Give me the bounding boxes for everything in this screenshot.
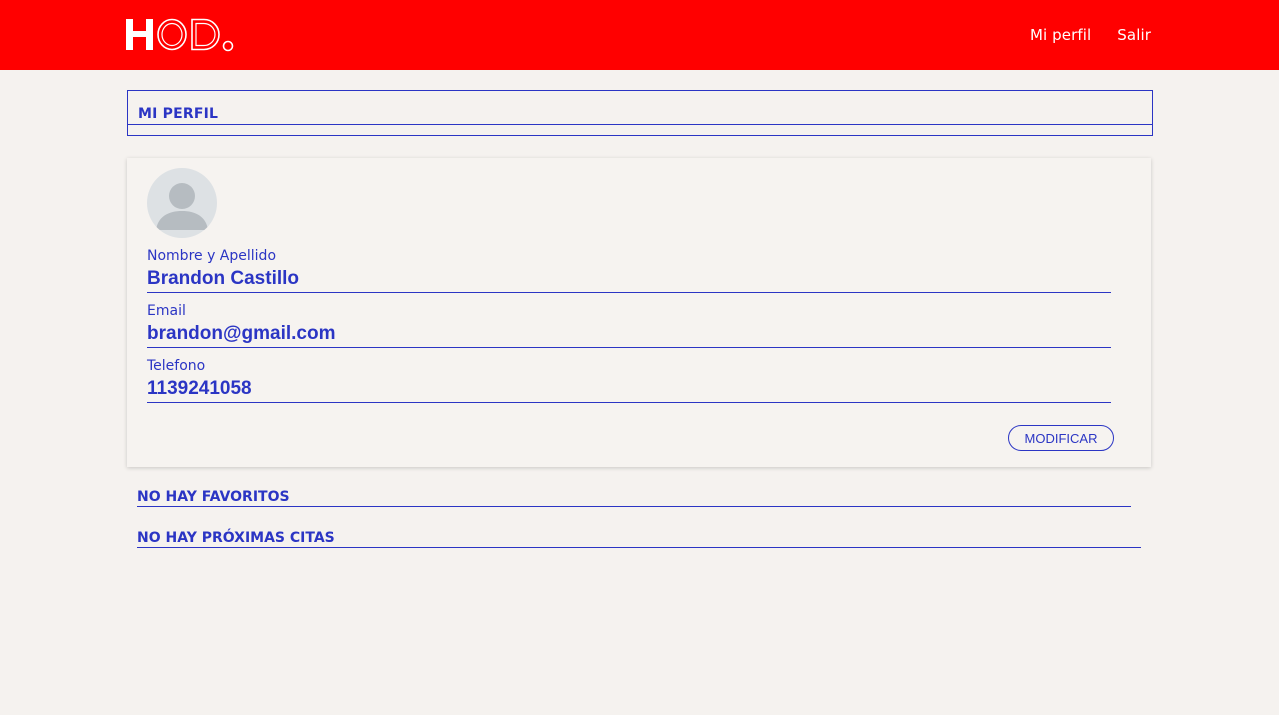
brand-logo-image <box>126 18 234 52</box>
top-navbar: Mi perfil Salir <box>0 0 1279 70</box>
user-silhouette-icon <box>156 183 208 230</box>
nav-link-logout[interactable]: Salir <box>1117 26 1151 44</box>
brand-logo[interactable] <box>126 14 236 54</box>
avatar <box>147 168 217 238</box>
email-label: Email <box>147 303 186 319</box>
favorites-empty-heading: NO HAY FAVORITOS <box>137 489 1131 507</box>
modify-button[interactable]: MODIFICAR <box>1008 425 1114 451</box>
name-label: Nombre y Apellido <box>147 248 277 264</box>
phone-value: 1139241058 <box>147 378 1111 403</box>
nav-link-profile[interactable]: Mi perfil <box>1030 26 1091 44</box>
name-value: Brandon Castillo <box>147 268 1111 293</box>
title-divider <box>128 124 1152 125</box>
page-title: MI PERFIL <box>138 106 219 122</box>
page-title-box: MI PERFIL <box>127 90 1153 136</box>
phone-label: Telefono <box>147 358 206 374</box>
profile-card: Nombre y Apellido Brandon Castillo Email… <box>127 158 1151 467</box>
nav-links: Mi perfil Salir <box>1030 26 1151 44</box>
appointments-empty-heading: NO HAY PRÓXIMAS CITAS <box>137 530 1141 548</box>
email-value: brandon@gmail.com <box>147 323 1111 348</box>
